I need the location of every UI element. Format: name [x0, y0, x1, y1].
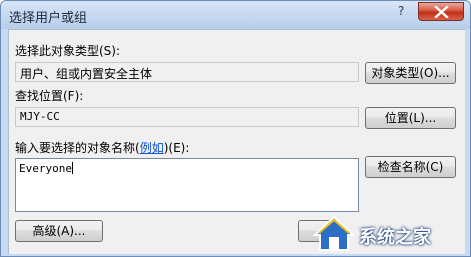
close-button[interactable] — [418, 2, 464, 21]
window-title: 选择用户或组 — [9, 11, 88, 26]
object-types-button[interactable]: 对象类型(O)... — [365, 62, 456, 84]
object-type-label: 选择此对象类型(S): — [15, 44, 121, 58]
location-field: MJY-CC — [15, 107, 359, 127]
object-names-input[interactable]: Everyone — [15, 158, 359, 212]
object-names-label-prefix: 输入要选择的对象名称( — [15, 141, 140, 155]
watermark: 系统之家 — [311, 211, 470, 256]
watermark-text: 系统之家 — [359, 227, 431, 248]
locations-button[interactable]: 位置(L)... — [365, 107, 456, 129]
advanced-button[interactable]: 高级(A)... — [15, 220, 103, 242]
help-icon: ? — [398, 4, 405, 18]
location-label: 查找位置(F): — [15, 89, 84, 103]
object-type-field: 用户、组或内置安全主体 — [15, 62, 359, 82]
examples-link[interactable]: 例如 — [140, 141, 164, 155]
dialog-window: 选择用户或组 ? 选择此对象类型(S): 用户、组或内置安全主体 对象类型(O)… — [0, 0, 471, 257]
object-names-label-suffix: )(E): — [163, 141, 190, 155]
object-names-value: Everyone — [19, 162, 72, 175]
text-caret — [71, 162, 73, 174]
close-icon — [434, 6, 449, 18]
title-bar[interactable]: 选择用户或组 ? — [1, 1, 470, 29]
house-logo-icon — [312, 215, 356, 251]
object-names-label: 输入要选择的对象名称(例如)(E): — [15, 139, 189, 156]
check-names-button[interactable]: 检查名称(C) — [365, 156, 456, 178]
help-button[interactable]: ? — [387, 2, 417, 21]
